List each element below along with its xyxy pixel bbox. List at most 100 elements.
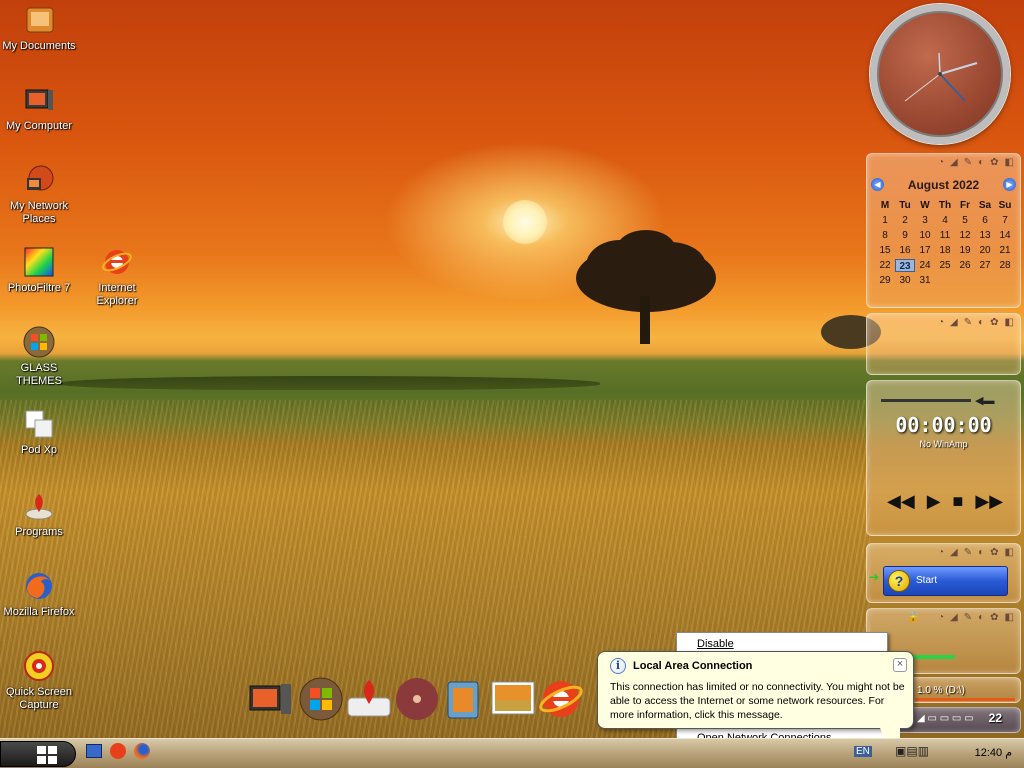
seek-bar[interactable] xyxy=(881,399,971,402)
tray-clock[interactable]: 12:40 م xyxy=(975,746,1012,759)
calendar-day[interactable]: 2 xyxy=(895,214,915,227)
gadget-tool-icon[interactable]: ◐ xyxy=(978,157,984,168)
calendar-day[interactable]: 28 xyxy=(995,259,1015,272)
quicklaunch-desktop-icon[interactable] xyxy=(86,744,102,758)
gadget-tool-icon[interactable]: ◧ xyxy=(1005,612,1014,623)
balloon-message[interactable]: This connection has limited or no connec… xyxy=(610,680,905,722)
dock-computer-icon[interactable] xyxy=(248,676,294,722)
gadget-tool-icon[interactable]: ◢ xyxy=(950,317,958,328)
notification-balloon[interactable]: i Local Area Connection × This connectio… xyxy=(597,651,914,729)
desktop-icon-pod-xp[interactable]: Pod Xp xyxy=(0,408,78,457)
dock-internet-explorer-icon[interactable] xyxy=(538,676,584,722)
calendar-day[interactable]: 20 xyxy=(975,244,995,257)
dock-dvd-icon[interactable] xyxy=(394,676,440,722)
desktop-icon-network-places[interactable]: My Network Places xyxy=(0,164,78,226)
gadget-tool-icon[interactable]: ✎ xyxy=(964,157,972,168)
calendar-day[interactable]: 29 xyxy=(875,274,895,287)
gadget-toolbar[interactable]: ◔ ◢ ✎ ◐ ✿ ◧ xyxy=(938,612,1014,623)
gadget-tool-icon[interactable]: ◧ xyxy=(1005,157,1014,168)
gadget-tool-icon[interactable]: ◧ xyxy=(1005,547,1014,558)
gadget-toolbar[interactable]: ◔ ◢ ✎ ◐ ✿ ◧ xyxy=(938,317,1014,328)
quicklaunch-ie-icon[interactable] xyxy=(110,743,126,759)
calendar-day[interactable]: 13 xyxy=(975,229,995,242)
start-gadget-button[interactable]: ? Start xyxy=(883,566,1008,596)
language-indicator[interactable]: EN xyxy=(854,746,872,757)
desktop-icon-glass-themes[interactable]: GLASS THEMES xyxy=(0,326,78,388)
dock-recycle-bin-icon[interactable] xyxy=(440,676,486,722)
calendar-day[interactable]: 24 xyxy=(915,259,935,272)
play-icon[interactable]: ▶ xyxy=(927,491,941,512)
clock-gadget[interactable] xyxy=(870,4,1010,144)
calendar-day[interactable]: 31 xyxy=(915,274,935,287)
calendar-day[interactable]: 3 xyxy=(915,214,935,227)
tray-icons[interactable]: ▣▤▥ xyxy=(895,744,929,758)
dock-windows-icon[interactable] xyxy=(298,676,344,722)
gadget-tool-icon[interactable]: ◢ xyxy=(950,612,958,623)
quicklaunch-firefox-icon[interactable] xyxy=(134,743,150,759)
calendar-day[interactable]: 1 xyxy=(875,214,895,227)
calendar-day[interactable]: 7 xyxy=(995,214,1015,227)
gadget-toolbar[interactable]: ◔ ◢ ✎ ◐ ✿ ◧ xyxy=(938,547,1014,558)
forward-icon[interactable]: ▶▶ xyxy=(975,491,1003,512)
gadget-tool-icon[interactable]: ✿ xyxy=(990,612,998,623)
start-button[interactable] xyxy=(0,741,76,767)
gadget-tool-icon[interactable]: ◧ xyxy=(1005,317,1014,328)
gadget-tool-icon[interactable]: ◢ xyxy=(950,157,958,168)
start-gadget[interactable]: ◔ ◢ ✎ ◐ ✿ ◧ ➔ ? Start xyxy=(866,543,1021,603)
calendar-day[interactable]: 18 xyxy=(935,244,955,257)
gadget-tool-icon[interactable]: ◢ xyxy=(950,547,958,558)
calendar-next-icon[interactable]: ▶ xyxy=(1003,178,1016,191)
calendar-day[interactable]: 21 xyxy=(995,244,1015,257)
menu-item-disable[interactable]: Disable xyxy=(697,638,734,650)
gadget-tool-icon[interactable]: ◐ xyxy=(978,547,984,558)
gadget-tool-icon[interactable]: ✎ xyxy=(964,317,972,328)
calendar-day[interactable]: 4 xyxy=(935,214,955,227)
calendar-day[interactable]: 14 xyxy=(995,229,1015,242)
desktop-icon-internet-explorer[interactable]: Internet Explorer xyxy=(78,246,156,308)
gadget-tool-icon[interactable]: ✿ xyxy=(990,547,998,558)
gadget-tool-icon[interactable]: ◔ xyxy=(938,547,944,558)
calendar-day[interactable]: 23 xyxy=(895,259,915,272)
calendar-day[interactable]: 27 xyxy=(975,259,995,272)
gadget-tool-icon[interactable]: ✿ xyxy=(990,157,998,168)
calendar-day[interactable]: 26 xyxy=(955,259,975,272)
volume-icon[interactable]: ◀▬ xyxy=(975,394,994,407)
stop-icon[interactable]: ■ xyxy=(953,491,964,512)
calendar-day[interactable]: 16 xyxy=(895,244,915,257)
calendar-day[interactable]: 8 xyxy=(875,229,895,242)
calendar-day[interactable]: 25 xyxy=(935,259,955,272)
calendar-gadget[interactable]: ◔ ◢ ✎ ◐ ✿ ◧ ◀ August 2022 ▶ M Tu W Th Fr Sa Su 1 2 3 4 5… xyxy=(866,153,1021,308)
desktop-icon-quick-screen-capture[interactable]: Quick Screen Capture xyxy=(0,650,78,712)
desktop-icon-my-computer[interactable]: My Computer xyxy=(0,84,78,133)
gadget-tool-icon[interactable]: ✎ xyxy=(964,612,972,623)
calendar-day[interactable]: 6 xyxy=(975,214,995,227)
desktop-icon-my-documents[interactable]: My Documents xyxy=(0,4,78,53)
calendar-day[interactable]: 5 xyxy=(955,214,975,227)
calendar-day[interactable]: 17 xyxy=(915,244,935,257)
rewind-icon[interactable]: ◀◀ xyxy=(887,491,915,512)
desktop-icon-firefox[interactable]: Mozilla Firefox xyxy=(0,570,78,619)
calendar-day[interactable]: 11 xyxy=(935,229,955,242)
dock-photo-icon[interactable] xyxy=(490,676,536,722)
gadget-tool-icon[interactable]: ✎ xyxy=(964,547,972,558)
calendar-day[interactable]: 22 xyxy=(875,259,895,272)
gadget-tool-icon[interactable]: ◔ xyxy=(938,157,944,168)
calendar-grid[interactable]: M Tu W Th Fr Sa Su 1 2 3 4 5 6 7 8 9 10 11 12 13 14 15 16 17 18 1… xyxy=(875,199,1015,287)
calendar-day[interactable]: 9 xyxy=(895,229,915,242)
desktop-icon-photofiltre[interactable]: PhotoFiltre 7 xyxy=(0,246,78,295)
gadget-toolbar[interactable]: ◔ ◢ ✎ ◐ ✿ ◧ xyxy=(938,157,1014,168)
calendar-day[interactable]: 19 xyxy=(955,244,975,257)
gadget-tool-icon[interactable]: ◐ xyxy=(978,612,984,623)
desktop-icon-programs[interactable]: Programs xyxy=(0,490,78,539)
gadget-tool-icon[interactable]: ✿ xyxy=(990,317,998,328)
empty-gadget[interactable]: ◔ ◢ ✎ ◐ ✿ ◧ xyxy=(866,313,1021,375)
gadget-tool-icon[interactable]: ◔ xyxy=(938,317,944,328)
dock-programs-icon[interactable] xyxy=(346,676,392,722)
calendar-day[interactable]: 30 xyxy=(895,274,915,287)
calendar-day[interactable]: 10 xyxy=(915,229,935,242)
media-player-gadget[interactable]: ◀▬ 00:00:00 No WinAmp ◀◀ ▶ ■ ▶▶ xyxy=(866,380,1021,536)
gadget-tool-icon[interactable]: ◐ xyxy=(978,317,984,328)
calendar-day[interactable]: 15 xyxy=(875,244,895,257)
lock-icon[interactable]: 🔒 xyxy=(907,612,919,623)
close-icon[interactable]: × xyxy=(893,658,907,672)
